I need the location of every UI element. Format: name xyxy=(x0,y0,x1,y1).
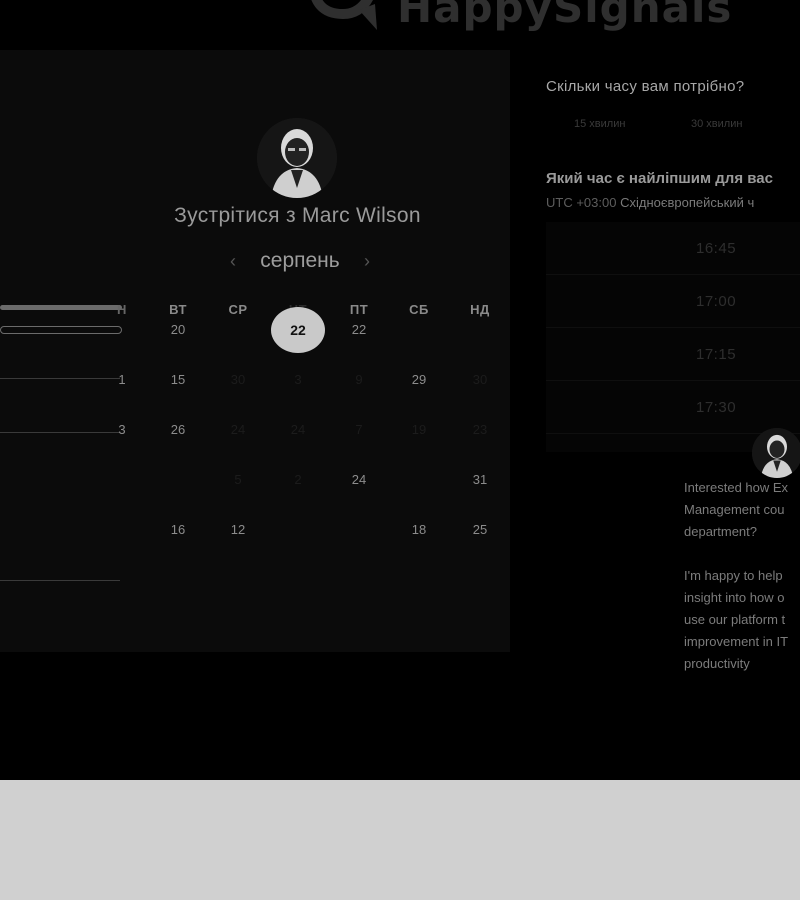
calendar-day[interactable]: 31 xyxy=(457,469,503,491)
brand-logo: HappySignals xyxy=(305,0,732,38)
calendar-day[interactable]: 3 xyxy=(275,369,321,391)
month-label: серпень xyxy=(260,249,340,272)
speech-bubble-logo-icon xyxy=(305,0,383,36)
calendar-day[interactable]: 23 xyxy=(457,419,503,441)
chevron-right-icon[interactable]: › xyxy=(359,251,375,272)
time-slot-label: 17:30 xyxy=(696,399,737,416)
row-divider xyxy=(0,580,120,581)
time-slot-label: 16:45 xyxy=(696,240,737,257)
calendar-day[interactable]: 26 xyxy=(155,419,201,441)
calendar-day[interactable]: 29 xyxy=(396,369,442,391)
duration-question: Скільки часу вам потрібно? xyxy=(546,78,745,95)
host-avatar xyxy=(257,118,337,198)
calendar-day[interactable]: 9 xyxy=(336,369,382,391)
calendar-day-selected[interactable]: 22 xyxy=(271,307,325,353)
duration-option-30[interactable]: 30 хвилин xyxy=(691,118,742,130)
calendar-day[interactable]: 15 xyxy=(155,369,201,391)
calendar-day[interactable]: 24 xyxy=(275,419,321,441)
weekday-sun: НД xyxy=(470,302,490,317)
weekday-fri: ПТ xyxy=(349,302,369,317)
calendar-day[interactable]: 24 xyxy=(336,469,382,491)
timezone-offset: UTC +03:00 xyxy=(546,195,617,210)
time-slot-label: 17:00 xyxy=(696,293,737,310)
calendar-day[interactable]: 3 xyxy=(99,419,145,441)
calendar-day[interactable]: 25 xyxy=(457,519,503,541)
calendar-day[interactable]: 18 xyxy=(396,519,442,541)
timezone-label[interactable]: UTC +03:00 Східноєвропейський ч xyxy=(546,195,754,210)
weekday-tue: ВТ xyxy=(169,302,187,317)
calendar-day[interactable]: 20 xyxy=(155,319,201,341)
calendar-day[interactable]: 24 xyxy=(215,419,261,441)
calendar-day[interactable]: 12 xyxy=(215,519,261,541)
weekday-mon: Н xyxy=(117,302,127,317)
calendar-day[interactable]: 2 xyxy=(275,469,321,491)
calendar-day[interactable]: 22 xyxy=(336,319,382,341)
time-slot[interactable]: 16:45 xyxy=(546,222,800,275)
calendar-day[interactable]: 19 xyxy=(396,419,442,441)
time-slot-list: 16:45 17:00 17:15 17:30 xyxy=(546,222,800,452)
brand-name: HappySignals xyxy=(397,0,733,32)
weekday-wed: СР xyxy=(228,302,248,317)
calendar-day[interactable]: 7 xyxy=(336,419,382,441)
time-question: Який час є найліпшим для вас xyxy=(546,170,773,187)
calendar-panel: Зустрітися з Marc Wilson ‹ серпень › Н В… xyxy=(0,50,510,652)
weekday-header: Н ВТ СР ЧТ ПТ СБ НД xyxy=(0,302,510,322)
chat-message: Interested how Ex Management cou departm… xyxy=(684,480,789,671)
calendar-day[interactable]: 30 xyxy=(215,369,261,391)
duration-option-15[interactable]: 15 хвилин xyxy=(574,118,625,130)
timezone-name: Східноєвропейський ч xyxy=(620,195,755,210)
meeting-title: Зустрітися з Marc Wilson xyxy=(174,204,421,227)
calendar-day[interactable]: 1 xyxy=(99,369,145,391)
calendar-day[interactable]: 30 xyxy=(457,369,503,391)
month-navigation: ‹ серпень › xyxy=(225,246,375,276)
calendar-day[interactable]: 16 xyxy=(155,519,201,541)
time-slot[interactable]: 17:30 xyxy=(546,381,800,434)
booking-options-panel: Скільки часу вам потрібно? 15 хвилин 30 … xyxy=(512,50,800,780)
time-slot[interactable]: 17:15 xyxy=(546,328,800,381)
booking-page: HappySignals Зустрітися з Marc Wilson ‹ … xyxy=(0,0,800,780)
time-slot-label: 17:15 xyxy=(696,346,737,363)
chevron-left-icon[interactable]: ‹ xyxy=(225,251,241,272)
scroll-slider-rail[interactable] xyxy=(0,326,122,334)
time-slot[interactable]: 17:00 xyxy=(546,275,800,328)
weekday-sat: СБ xyxy=(409,302,429,317)
chat-avatar[interactable] xyxy=(752,428,800,478)
calendar-day[interactable]: 5 xyxy=(215,469,261,491)
